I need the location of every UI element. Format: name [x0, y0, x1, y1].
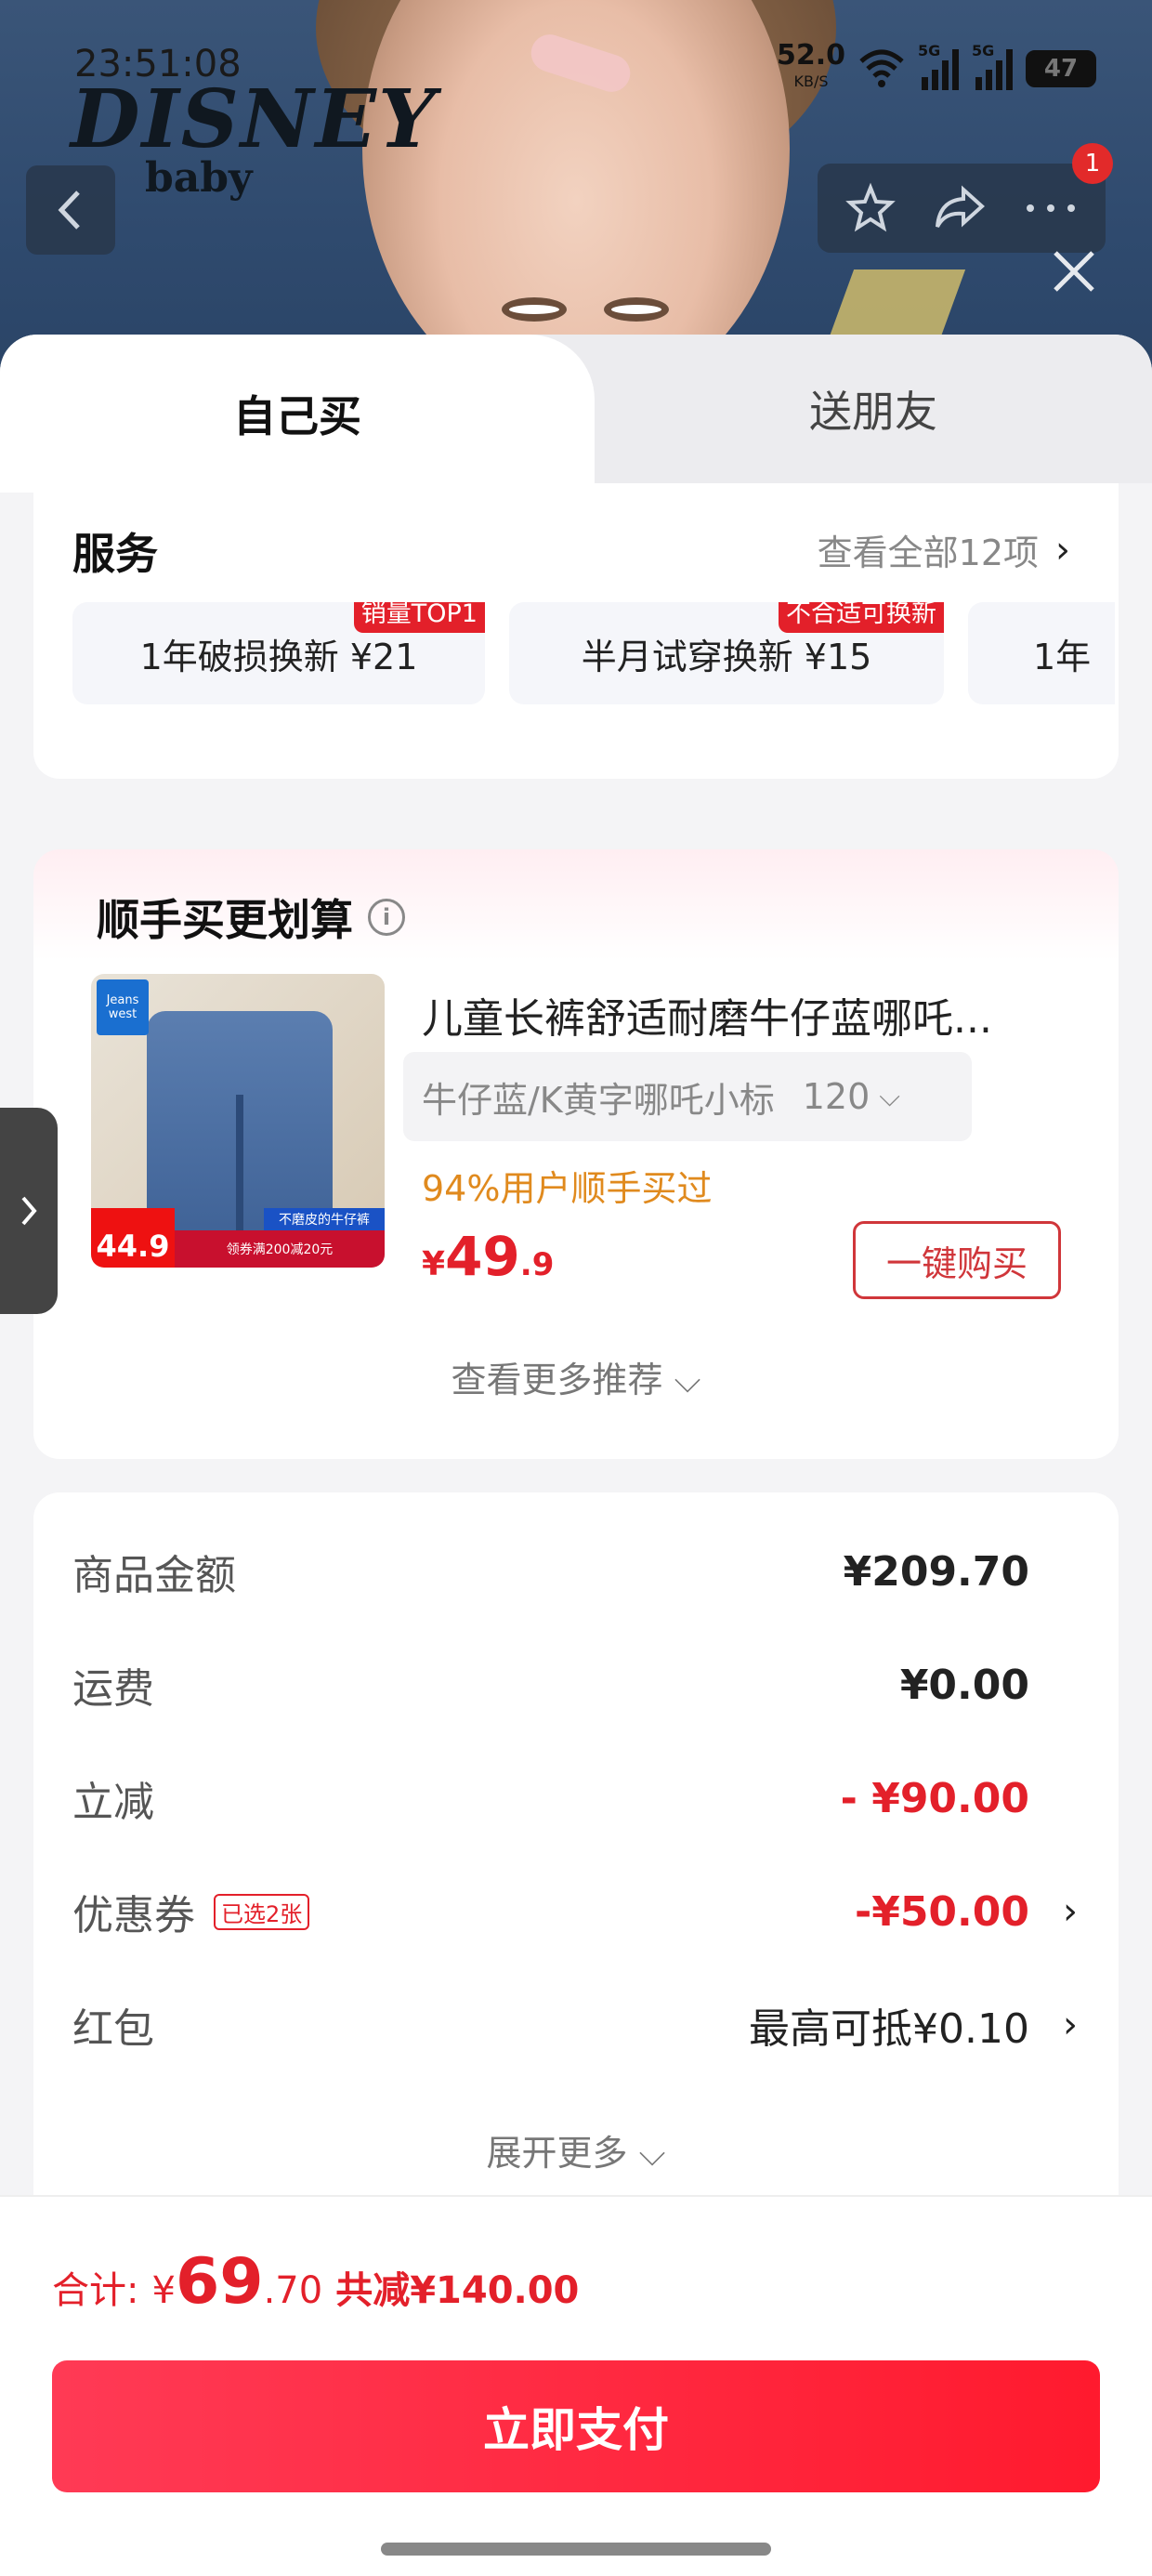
service-option-label: 1年破损换新 ¥21: [139, 636, 418, 677]
service-option-trial[interactable]: 半月试穿换新 ¥15 不合适可换新: [509, 602, 944, 704]
fee-value: 最高可抵¥0.10: [749, 2005, 1029, 2053]
notification-badge: 1: [1072, 143, 1113, 184]
signal-label-1: 5G: [918, 42, 941, 59]
product-thumbnail[interactable]: Jeans west 不磨皮的牛仔裤 44.9 领券满200减20元: [91, 974, 385, 1268]
fee-value: -¥50.00: [854, 1887, 1029, 1936]
banner-eye-left: [502, 297, 567, 322]
pay-now-button[interactable]: 立即支付: [52, 2360, 1100, 2492]
home-indicator: [381, 2543, 771, 2556]
fee-label: 红包: [72, 2005, 154, 2053]
battery-icon: 47: [1026, 50, 1096, 87]
chevron-down-icon: ⌵: [674, 1360, 701, 1400]
order-total: 合计: ¥ 69 .70 共减¥140.00: [52, 2245, 579, 2319]
sku-selector[interactable]: 牛仔蓝/K黄字哪吒小标 120 ⌵: [403, 1052, 972, 1141]
service-option-breakage[interactable]: 1年破损换新 ¥21 销量TOP1: [72, 602, 485, 704]
signal-icon-2: 5G: [972, 42, 1013, 90]
side-expand-tab[interactable]: [0, 1108, 58, 1314]
one-click-buy-button[interactable]: 一键购买: [853, 1221, 1061, 1299]
sku-text: 牛仔蓝/K黄字哪吒小标: [422, 1079, 775, 1121]
chevron-right-icon: ›: [1063, 2004, 1078, 2046]
net-speed-unit: KB/S: [793, 72, 829, 90]
more-recommendations-label: 查看更多推荐: [451, 1360, 663, 1400]
service-option-third[interactable]: 1年: [968, 602, 1115, 704]
service-option-label: 1年: [1033, 636, 1092, 677]
chevron-down-icon: ⌵: [638, 2133, 666, 2174]
price-currency: ¥: [422, 1245, 446, 1283]
fee-label: 商品金额: [72, 1552, 236, 1599]
close-icon[interactable]: [1046, 243, 1102, 299]
price-integer: 49: [445, 1225, 520, 1288]
signal-label-2: 5G: [972, 42, 995, 59]
total-label: 合计:: [52, 2269, 139, 2312]
service-option-tag: 不合适可换新: [779, 602, 944, 633]
share-icon[interactable]: [932, 182, 988, 234]
tab-gift-friend[interactable]: 送朋友: [595, 335, 1152, 483]
back-button[interactable]: [26, 165, 115, 255]
fee-value: ¥209.70: [843, 1547, 1029, 1596]
tab-buy-self[interactable]: 自己买: [0, 335, 595, 493]
coupon-selected-tag: 已选2张: [214, 1893, 310, 1930]
fee-row-goods: 商品金额 ¥209.70: [72, 1539, 1029, 1604]
brand-logo-text: DISNEY: [71, 72, 438, 166]
fee-row-discount: 立减 - ¥90.00: [72, 1766, 1029, 1831]
fee-value: ¥0.00: [899, 1661, 1029, 1709]
total-savings: 共减¥140.00: [335, 2269, 580, 2312]
price-decimal: .9: [519, 1246, 555, 1283]
service-option-label: 半月试穿换新 ¥15: [581, 636, 872, 677]
total-currency: ¥: [151, 2269, 176, 2312]
chevron-right-icon: ›: [1063, 1890, 1078, 1933]
fee-value: - ¥90.00: [840, 1774, 1029, 1822]
product-name[interactable]: 儿童长裤舒适耐磨牛仔蓝哪吒...: [422, 985, 1091, 1045]
signal-icon-1: 5G: [918, 42, 959, 90]
expand-more-label: 展开更多: [486, 2133, 628, 2174]
chevron-down-icon: ⌵: [879, 1080, 901, 1113]
fee-label: 优惠券 已选2张: [72, 1882, 310, 1941]
purchase-tabs: 送朋友 自己买: [0, 335, 1152, 493]
top-action-bar: 1: [818, 143, 1113, 253]
expand-more-link[interactable]: 展开更多 ⌵: [33, 2124, 1119, 2175]
chevron-right-icon: [21, 1196, 37, 1226]
total-decimal: .70: [263, 2269, 323, 2312]
checkout-footer: 合计: ¥ 69 .70 共减¥140.00 立即支付: [0, 2195, 1152, 2576]
coupon-label: 优惠券: [72, 1892, 195, 1939]
fee-row-redpacket[interactable]: 红包 最高可抵¥0.10 ›: [72, 1992, 1078, 2057]
chevron-left-icon: [58, 191, 80, 230]
service-card: 服务 查看全部12项 › 1年破损换新 ¥21 销量TOP1 半月试穿换新 ¥1…: [33, 483, 1119, 779]
fee-row-coupon[interactable]: 优惠券 已选2张 -¥50.00 ›: [72, 1879, 1078, 1944]
sku-size: 120: [802, 1076, 871, 1117]
more-icon[interactable]: [1023, 199, 1079, 217]
recommend-card: 顺手买更划算 i Jeans west 不磨皮的牛仔裤 44.9 领券满200减…: [33, 849, 1119, 1459]
thumb-price: 44.9: [91, 1208, 175, 1268]
recommend-title-text: 顺手买更划算: [97, 895, 353, 945]
thumb-coupon-strip: 领券满200减20元: [175, 1230, 385, 1268]
status-bar-right: 52.0 KB/S 5G 5G 47: [777, 42, 1096, 95]
star-favorite-icon[interactable]: [844, 182, 897, 234]
fee-label: 运费: [72, 1665, 154, 1713]
fee-summary-card: 商品金额 ¥209.70 运费 ¥0.00 立减 - ¥90.00 优惠券 已选…: [33, 1492, 1119, 2236]
product-price: ¥49.9: [422, 1225, 554, 1288]
chevron-right-icon: ›: [1055, 528, 1070, 572]
total-integer: 69: [175, 2245, 264, 2319]
fee-label: 立减: [72, 1779, 154, 1826]
service-options-row: 1年破损换新 ¥21 销量TOP1 半月试穿换新 ¥15 不合适可换新 1年: [72, 602, 1115, 704]
thumb-banner: 不磨皮的牛仔裤: [264, 1208, 385, 1230]
wifi-icon: [859, 49, 904, 87]
service-view-all-link[interactable]: 查看全部12项 ›: [818, 524, 1070, 575]
net-speed: 52.0 KB/S: [777, 42, 845, 95]
more-recommendations-link[interactable]: 查看更多推荐 ⌵: [33, 1351, 1119, 1402]
service-view-all-label: 查看全部12项: [817, 532, 1039, 573]
info-icon[interactable]: i: [368, 899, 405, 936]
recommend-title: 顺手买更划算 i: [97, 887, 405, 948]
brand-logo: DISNEY baby: [71, 72, 438, 199]
net-speed-value: 52.0: [776, 39, 845, 72]
fee-row-shipping: 运费 ¥0.00: [72, 1652, 1029, 1717]
thumb-brand-logo: Jeans west: [97, 979, 149, 1035]
banner-eye-right: [604, 297, 669, 322]
service-title: 服务: [72, 529, 158, 579]
service-option-tag: 销量TOP1: [353, 602, 485, 633]
bought-rate: 94%用户顺手买过: [422, 1168, 713, 1209]
